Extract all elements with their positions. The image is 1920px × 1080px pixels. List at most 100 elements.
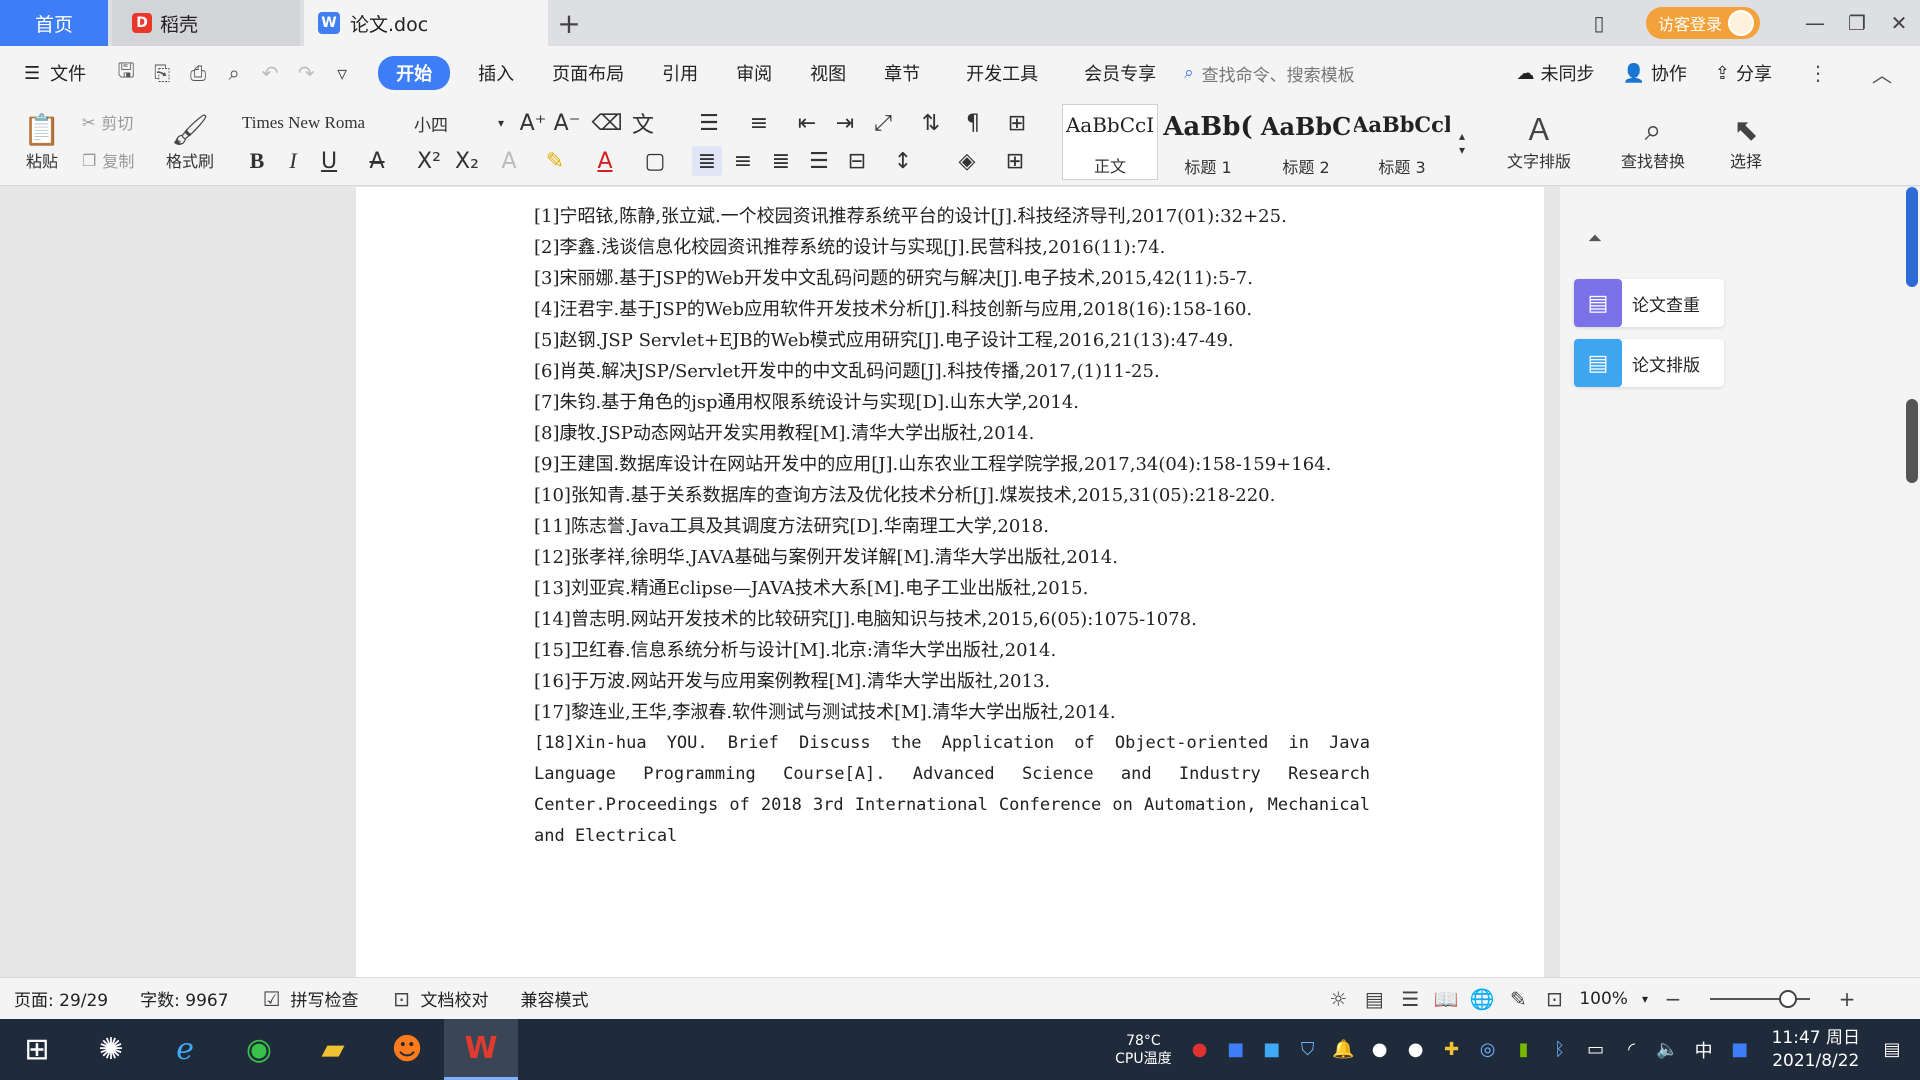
align-left-button[interactable]: ≣ (692, 146, 722, 176)
tab-document[interactable]: W 论文.doc (304, 0, 548, 46)
menu-member-tab[interactable]: 会员专享 (1070, 56, 1170, 90)
cpu-temperature[interactable]: 78°C CPU温度 (1115, 1032, 1171, 1068)
text-layout-button[interactable]: Ａ 文字排版 (1494, 106, 1584, 180)
align-center-button[interactable]: ≡ (728, 146, 758, 176)
guest-login-button[interactable]: 访客登录 (1645, 7, 1760, 39)
char-border-icon[interactable]: ▢ (640, 146, 670, 176)
list-item[interactable]: [11]陈志誉.Java工具及其调度方法研究[D].华南理工大学,2018. (534, 511, 1370, 542)
proofread-button[interactable]: ⊡ 文档校对 (391, 986, 488, 1012)
tray-app-icon[interactable]: ● (1182, 1032, 1218, 1068)
print-icon[interactable]: ⎙ (186, 61, 210, 85)
menu-references-tab[interactable]: 引用 (648, 56, 712, 90)
scrollbar-thumb[interactable] (1906, 399, 1918, 483)
grow-font-icon[interactable]: A⁺ (518, 108, 548, 138)
superscript-button[interactable]: X² (414, 146, 444, 176)
menu-chapter-tab[interactable]: 章节 (870, 56, 934, 90)
list-item[interactable]: [3]宋丽娜.基于JSP的Web开发中文乱码问题的研究与解决[J].电子技术,2… (534, 263, 1370, 294)
decrease-indent-icon[interactable]: ⇤ (792, 108, 822, 138)
eye-protection-icon[interactable]: ☼ (1327, 987, 1349, 1011)
list-item[interactable]: [5]赵钢.JSP Servlet+EJB的Web模式应用研究[J].电子设计工… (534, 325, 1370, 356)
outline-view-icon[interactable]: ☰ (1399, 987, 1421, 1011)
menu-developer-tab[interactable]: 开发工具 (952, 56, 1052, 90)
app-360-icon[interactable]: ✺ (74, 1019, 148, 1080)
clear-format-icon[interactable]: ⌫ (591, 108, 622, 138)
list-item[interactable]: [14]曾志明.网站开发技术的比较研究[J].电脑知识与技术,2015,6(05… (534, 604, 1370, 635)
list-item[interactable]: [10]张知青.基于关系数据库的查询方法及优化技术分析[J].煤炭技术,2015… (534, 480, 1370, 511)
list-item[interactable]: [8]康牧.JSP动态网站开发实用教程[M].清华大学出版社,2014. (534, 418, 1370, 449)
shading-icon[interactable]: ◈ (952, 146, 982, 176)
font-color-icon[interactable]: A (590, 146, 620, 176)
menu-review-tab[interactable]: 审阅 (722, 56, 786, 90)
shrink-font-icon[interactable]: A⁻ (552, 108, 582, 138)
ie-browser-icon[interactable]: ℯ (148, 1019, 222, 1080)
find-replace-button[interactable]: ⌕ 查找替换 (1608, 106, 1698, 180)
command-search[interactable]: ⌕ 查找命令、搜索模板 (1184, 61, 1355, 86)
underline-button[interactable]: U (314, 146, 344, 176)
customize-dropdown-icon[interactable]: ▿ (330, 61, 354, 85)
paragraph-mark-icon[interactable]: ¶ (958, 108, 988, 138)
tray-app-icon[interactable]: ■ (1218, 1032, 1254, 1068)
browser-360-icon[interactable]: ◉ (222, 1019, 296, 1080)
qq-icon[interactable]: ● (1398, 1032, 1434, 1068)
list-item[interactable]: [16]于万波.网站开发与应用案例教程[M].清华大学出版社,2013. (534, 666, 1370, 697)
bluetooth-icon[interactable]: ᛒ (1542, 1032, 1578, 1068)
bell-icon[interactable]: 🔔 (1326, 1032, 1362, 1068)
list-item[interactable]: [15]卫红春.信息系统分析与设计[M].北京:清华大学出版社,2014. (534, 635, 1370, 666)
page-view-icon[interactable]: ▤ (1363, 987, 1385, 1011)
write-mode-icon[interactable]: ✎ (1507, 987, 1529, 1011)
text-direction-icon[interactable]: ⤢ (868, 108, 898, 138)
restore-button[interactable]: ❐ (1836, 0, 1878, 46)
copy-button[interactable]: ❐ 复制 (82, 146, 134, 174)
list-item[interactable]: [4]汪君宇.基于JSP的Web应用软件开发技术分析[J].科技创新与应用,20… (534, 294, 1370, 325)
scrollbar-thumb[interactable] (1906, 187, 1918, 287)
spell-check-button[interactable]: ☑ 拼写检查 (261, 986, 359, 1012)
collaborate-button[interactable]: 👤 协作 (1622, 56, 1686, 90)
thesis-layout-button[interactable]: ▤ 论文排版 (1574, 339, 1724, 387)
list-item[interactable]: [13]刘亚宾.精通Eclipse—JAVA技术大系[M].电子工业出版社,20… (534, 573, 1370, 604)
zoom-slider-handle[interactable] (1779, 989, 1797, 1008)
save-icon[interactable]: 🖫 (114, 58, 138, 85)
list-item[interactable]: [9]王建国.数据库设计在网站开发中的应用[J].山东农业工程学院学报,2017… (534, 449, 1370, 480)
format-painter-button[interactable]: 🖌 格式刷 (160, 106, 220, 180)
volume-icon[interactable]: 🔈 (1650, 1032, 1686, 1068)
export-icon[interactable]: ⎘ (150, 61, 174, 85)
styles-scroll-icon[interactable]: ▴ ▾ (1454, 108, 1470, 178)
list-item[interactable]: [17]黎连业,王华,李淑春.软件测试与测试技术[M].清华大学出版社,2014… (534, 697, 1370, 728)
battery-icon[interactable]: ▭ (1578, 1032, 1614, 1068)
zoom-level[interactable]: 100% (1579, 989, 1628, 1009)
list-item[interactable]: [12]张孝祥,徐明华.JAVA基础与案例开发详解[M].清华大学出版社,201… (534, 542, 1370, 573)
style-heading-2[interactable]: AaBbC 标题 2 (1258, 104, 1354, 180)
table-tools-icon[interactable]: ⊞ (1002, 108, 1032, 138)
new-tab-button[interactable]: + (552, 6, 586, 40)
chevron-down-icon[interactable]: ▾ (1642, 992, 1648, 1006)
game-app-icon[interactable]: ☻ (370, 1019, 444, 1080)
tray-app-icon[interactable]: ■ (1722, 1032, 1758, 1068)
italic-button[interactable]: I (278, 146, 308, 176)
tab-home[interactable]: 首页 (0, 0, 108, 46)
vertical-scrollbar[interactable] (1904, 187, 1920, 977)
phonetic-guide-icon[interactable]: 文 (628, 108, 658, 138)
qq-icon[interactable]: ● (1362, 1032, 1398, 1068)
close-window-button[interactable]: ✕ (1878, 0, 1920, 46)
input-method-indicator[interactable]: 中 (1686, 1032, 1722, 1068)
style-heading-3[interactable]: AaBbCcl 标题 3 (1354, 104, 1450, 180)
zoom-in-icon[interactable]: + (1836, 987, 1858, 1011)
justify-button[interactable]: ☰ (804, 146, 834, 176)
menu-insert-tab[interactable]: 插入 (464, 56, 528, 90)
start-button[interactable]: ⊞ (0, 1019, 74, 1080)
bold-button[interactable]: B (242, 146, 272, 176)
bullet-list-icon[interactable]: ☰ (694, 108, 724, 138)
reading-mode-icon[interactable]: ▯ (1578, 0, 1620, 46)
list-item[interactable]: [1]宁昭铱,陈静,张立斌.一个校园资讯推荐系统平台的设计[J].科技经济导刊,… (534, 201, 1370, 232)
tray-app-icon[interactable]: ■ (1254, 1032, 1290, 1068)
document-page[interactable]: [1]宁昭铱,陈静,张立斌.一个校园资讯推荐系统平台的设计[J].科技经济导刊,… (356, 187, 1544, 977)
file-menu[interactable]: ☰ 文件 (10, 56, 100, 90)
borders-icon[interactable]: ⊞ (1000, 146, 1030, 176)
menu-page-layout-tab[interactable]: 页面布局 (538, 56, 638, 90)
zoom-slider[interactable] (1710, 989, 1810, 1008)
highlight-color-icon[interactable]: ✎ (540, 146, 570, 176)
tab-daoke[interactable]: D 稻壳 (112, 0, 300, 46)
list-item[interactable]: [7]朱钧.基于角色的jsp通用权限系统设计与实现[D].山东大学,2014. (534, 387, 1370, 418)
font-size-select[interactable]: 小四 ▾ (408, 108, 510, 138)
distribute-button[interactable]: ⊟ (842, 146, 872, 176)
